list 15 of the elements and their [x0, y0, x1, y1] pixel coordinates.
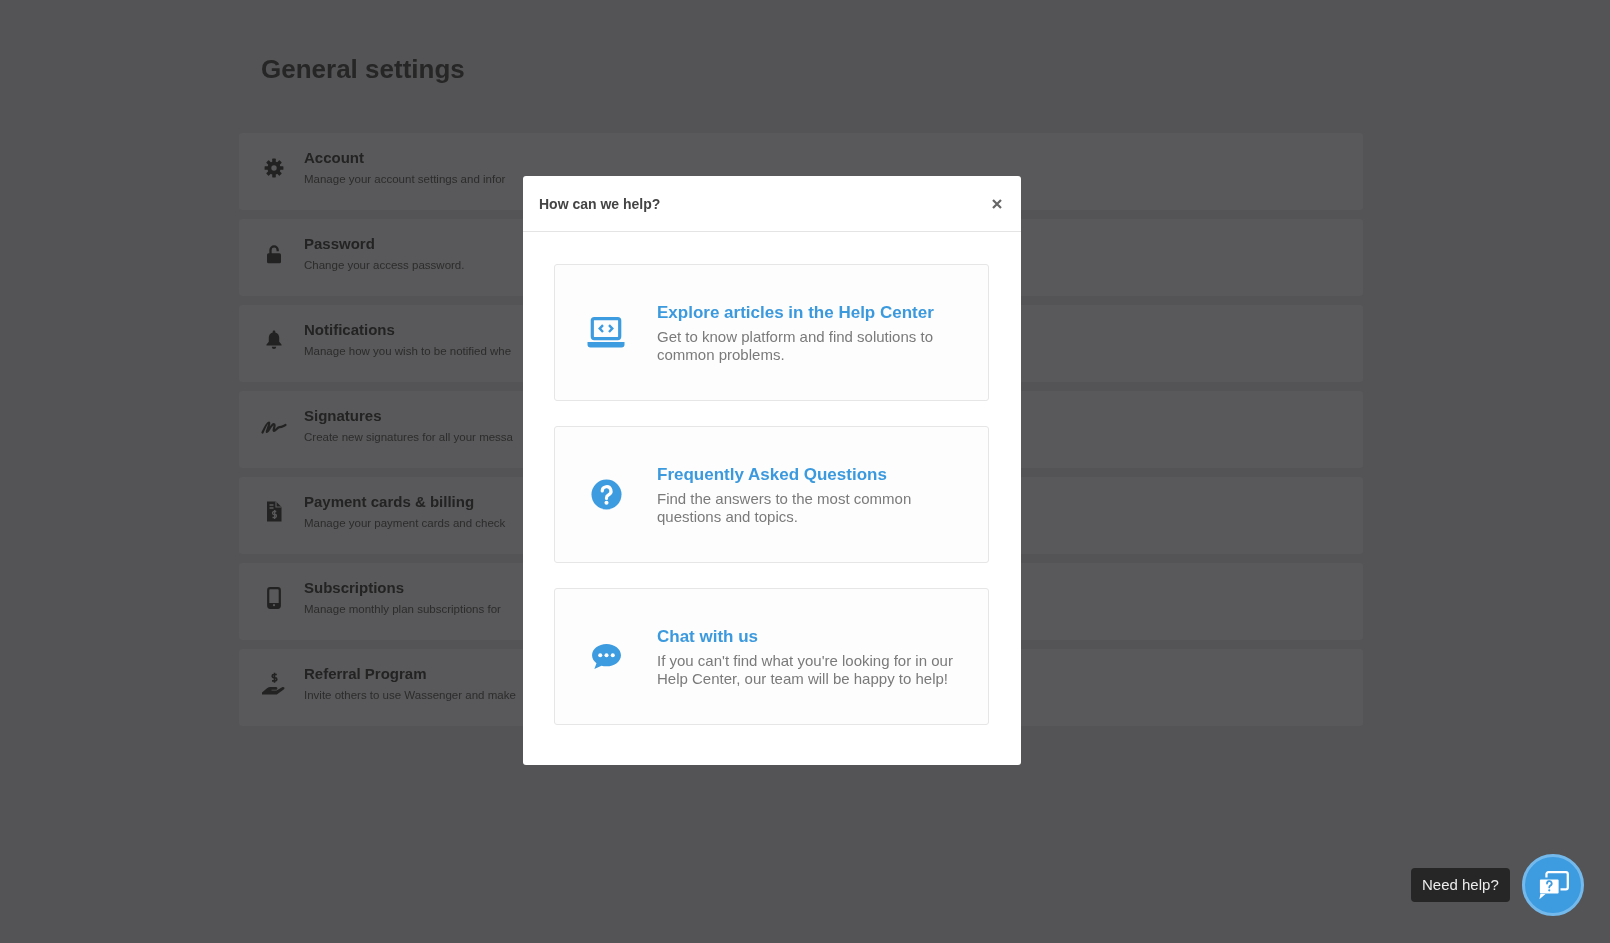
item-title: Referral Program: [304, 664, 428, 684]
help-tooltip: Need help?: [1411, 868, 1510, 902]
option-title: Chat with us: [657, 625, 760, 648]
option-description: If you can't find what you're looking for in our Help Center, our team will be happy to help!: [657, 651, 954, 688]
option-title: Explore articles in the Help Center: [657, 301, 935, 324]
item-title: Subscriptions: [304, 578, 405, 598]
item-title: Notifications: [304, 320, 396, 340]
item-title: Signatures: [304, 406, 383, 426]
item-title: Account: [304, 148, 365, 168]
option-title: Frequently Asked Questions: [657, 463, 888, 486]
dialog-title: How can we help?: [539, 195, 661, 212]
item-title: Payment cards & billing: [304, 492, 476, 512]
option-description: Find the answers to the most common questions and topics.: [657, 489, 913, 526]
option-description: Get to know platform and find solutions to common problems.: [657, 327, 934, 364]
item-title: Password: [304, 234, 376, 254]
